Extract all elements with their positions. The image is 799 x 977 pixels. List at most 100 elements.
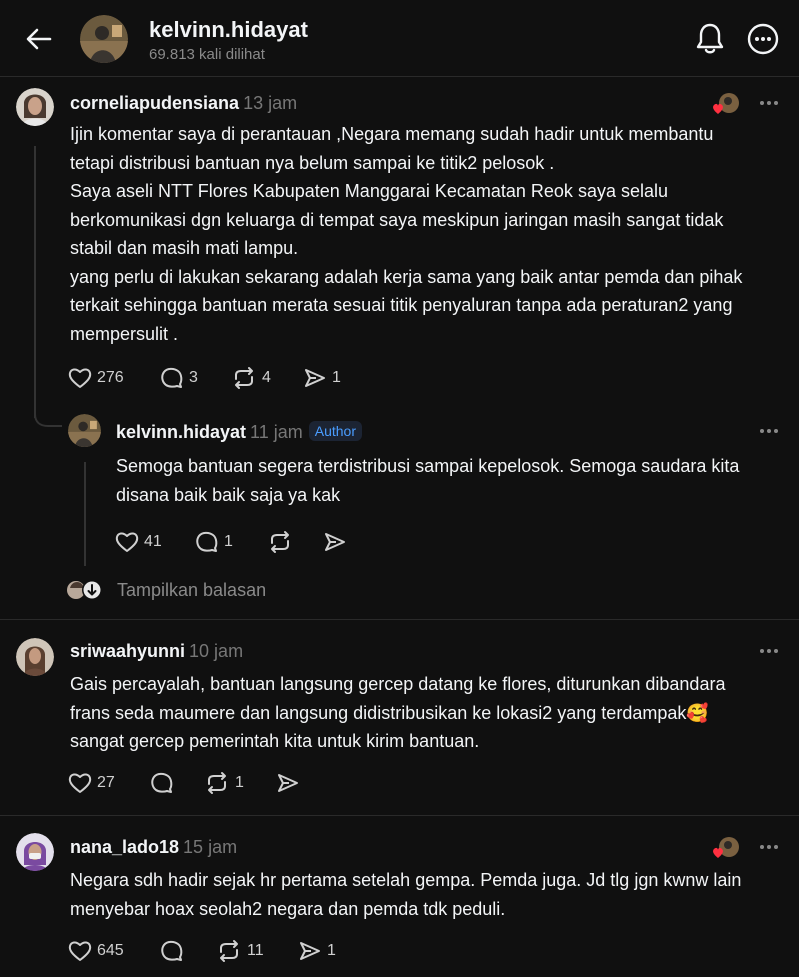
repost-icon bbox=[235, 367, 253, 389]
avatar-image bbox=[16, 88, 54, 126]
action-bar: 41 1 bbox=[115, 530, 347, 554]
text-line: berkomunikasi dgn keluarga di tempat say… bbox=[70, 209, 724, 230]
text-line: disana baik baik saja ya kak bbox=[116, 484, 341, 505]
like-button[interactable]: 27 bbox=[68, 772, 150, 794]
text-line: Negara sdh hadir sejak hr pertama setela… bbox=[70, 870, 742, 890]
repost-button[interactable]: 1 bbox=[204, 771, 276, 795]
reply-button[interactable] bbox=[150, 771, 204, 795]
comment-header: sriwaahyunni 10 jam bbox=[70, 641, 243, 662]
view-count: 69.813 kali dilihat bbox=[149, 46, 265, 63]
reply-button[interactable] bbox=[160, 939, 216, 963]
like-button[interactable]: 41 bbox=[115, 531, 195, 553]
reply-button[interactable]: 1 bbox=[195, 530, 267, 554]
more-dots-icon bbox=[760, 845, 778, 849]
comment-text: Negara sdh hadir sejak hr pertama setela… bbox=[70, 866, 785, 923]
repost-icon bbox=[208, 772, 226, 794]
avatar-image bbox=[16, 833, 54, 871]
show-replies-link[interactable]: Tampilkan balasan bbox=[117, 580, 266, 601]
comment-header: kelvinn.hidayat 11 jam Author bbox=[116, 421, 362, 443]
share-button[interactable]: 1 bbox=[298, 940, 336, 962]
thread-line bbox=[84, 462, 86, 566]
comment-icon bbox=[196, 531, 218, 552]
repost-icon bbox=[220, 940, 238, 962]
text-line: terkait sehingga bantuan merata sesuai t… bbox=[70, 295, 733, 315]
reply-button[interactable]: 3 bbox=[160, 366, 231, 390]
action-bar: 276 3 4 1 bbox=[68, 366, 341, 390]
back-button[interactable] bbox=[24, 24, 54, 54]
text-line: Ijin komentar saya di perantauan ,Negara… bbox=[70, 124, 714, 144]
comment-header: corneliapudensiana 13 jam bbox=[70, 93, 297, 114]
heart-icon bbox=[115, 532, 139, 552]
author-liked-indicator bbox=[710, 92, 742, 116]
text-line: mempersulit . bbox=[70, 323, 179, 344]
notification-button[interactable] bbox=[692, 20, 728, 56]
comment-options-button[interactable] bbox=[757, 839, 781, 855]
text-line: frans seda maumere dan langsung didistri… bbox=[70, 702, 709, 723]
like-button[interactable]: 645 bbox=[68, 940, 160, 962]
repost-button[interactable]: 4 bbox=[231, 366, 303, 390]
arrow-left-icon bbox=[26, 28, 52, 50]
comment-options-button[interactable] bbox=[757, 95, 781, 111]
comment-icon bbox=[161, 940, 183, 961]
avatar-image bbox=[80, 15, 128, 63]
like-count: 27 bbox=[97, 774, 115, 791]
comment-options-button[interactable] bbox=[757, 423, 781, 439]
reply-avatars bbox=[66, 578, 106, 602]
reply-count: 3 bbox=[189, 369, 198, 386]
avatar[interactable] bbox=[16, 638, 54, 676]
author-liked-indicator bbox=[710, 836, 742, 860]
profile-avatar[interactable] bbox=[80, 15, 128, 63]
heart-icon bbox=[713, 847, 723, 858]
repost-count: 4 bbox=[262, 369, 271, 386]
page-title[interactable]: kelvinn.hidayat bbox=[149, 17, 308, 43]
heart-icon bbox=[68, 773, 92, 793]
like-button[interactable]: 276 bbox=[68, 367, 160, 389]
repost-button[interactable]: 11 bbox=[216, 939, 298, 963]
share-count: 1 bbox=[327, 942, 336, 959]
avatar[interactable] bbox=[16, 833, 54, 871]
username[interactable]: corneliapudensiana bbox=[70, 93, 239, 113]
repost-count: 11 bbox=[247, 942, 264, 959]
timestamp: 15 jam bbox=[183, 837, 238, 857]
text-line: Gais percayalah, bantuan langsung gercep… bbox=[70, 674, 726, 694]
top-header: kelvinn.hidayat 69.813 kali dilihat bbox=[0, 0, 799, 77]
send-icon bbox=[305, 369, 325, 387]
send-icon bbox=[278, 774, 298, 792]
heart-icon bbox=[68, 368, 92, 388]
author-badge: Author bbox=[308, 421, 362, 441]
text-line: Saya aseli NTT Flores Kabupaten Manggara… bbox=[70, 181, 668, 201]
more-dots-icon bbox=[760, 429, 778, 433]
avatar-image bbox=[68, 414, 101, 447]
share-count: 1 bbox=[332, 369, 341, 386]
thread-connector bbox=[34, 400, 62, 427]
avatar[interactable] bbox=[68, 414, 101, 447]
comment-icon bbox=[151, 772, 173, 793]
username[interactable]: kelvinn.hidayat bbox=[116, 422, 246, 442]
comment-options-button[interactable] bbox=[757, 643, 781, 659]
text-line: menyebar hoax seolah2 negara dan pemda t… bbox=[70, 898, 506, 919]
like-count: 41 bbox=[144, 533, 162, 550]
repost-button[interactable] bbox=[267, 530, 323, 554]
thread-line bbox=[34, 146, 36, 418]
send-icon bbox=[325, 533, 345, 551]
timestamp: 13 jam bbox=[243, 93, 298, 113]
timestamp: 11 jam bbox=[250, 422, 303, 442]
username[interactable]: nana_lado18 bbox=[70, 837, 179, 857]
divider bbox=[0, 619, 799, 620]
share-button[interactable] bbox=[323, 531, 347, 553]
repost-icon bbox=[271, 531, 289, 553]
share-button[interactable] bbox=[276, 772, 300, 794]
avatar-image bbox=[16, 638, 54, 676]
avatar[interactable] bbox=[16, 88, 54, 126]
comment-text: Gais percayalah, bantuan langsung gercep… bbox=[70, 670, 785, 756]
username[interactable]: sriwaahyunni bbox=[70, 641, 185, 661]
more-dots-icon bbox=[760, 649, 778, 653]
like-count: 645 bbox=[97, 942, 124, 959]
heart-icon bbox=[68, 941, 92, 961]
bell-icon bbox=[696, 23, 724, 54]
more-options-button[interactable] bbox=[744, 20, 782, 58]
heart-icon bbox=[713, 103, 723, 114]
share-button[interactable]: 1 bbox=[303, 367, 341, 389]
divider bbox=[0, 815, 799, 816]
action-bar: 27 1 bbox=[68, 771, 300, 795]
